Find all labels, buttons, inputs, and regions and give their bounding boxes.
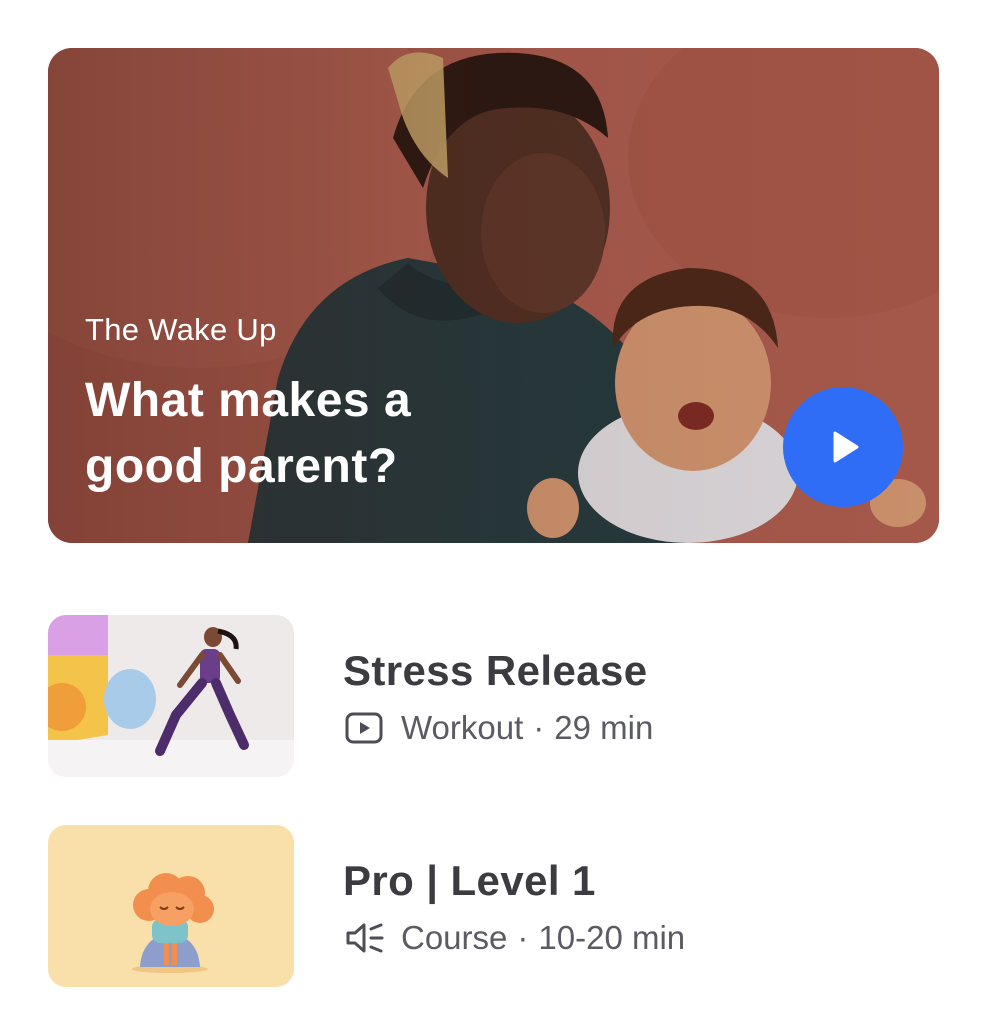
workout-thumbnail [48,615,294,777]
item-meta: Workout · 29 min [345,707,653,749]
item-duration: 10-20 min [538,919,686,956]
play-button[interactable] [783,387,903,507]
item-duration: 29 min [554,709,654,746]
list-item[interactable]: Pro | Level 1 Course · 10-20 min [48,825,939,987]
video-icon [345,711,385,745]
hero-title: What makes a good parent? [85,374,412,493]
featured-card[interactable]: The Wake Up What makes a good parent? [48,48,939,543]
list-item[interactable]: Stress Release Workout · 29 min [48,615,939,777]
meta-separator: · [533,709,545,746]
item-meta: Course · 10-20 min [345,917,685,959]
audio-icon [345,921,385,955]
item-type: Course [401,919,508,956]
course-thumbnail [48,825,294,987]
item-title: Stress Release [343,647,648,694]
meta-separator: · [517,919,529,956]
play-icon [833,431,859,463]
item-title: Pro | Level 1 [343,857,596,904]
hero-eyebrow: The Wake Up [85,312,277,347]
item-type: Workout [401,709,524,746]
hero-text-block: The Wake Up What makes a good parent? [85,310,505,500]
